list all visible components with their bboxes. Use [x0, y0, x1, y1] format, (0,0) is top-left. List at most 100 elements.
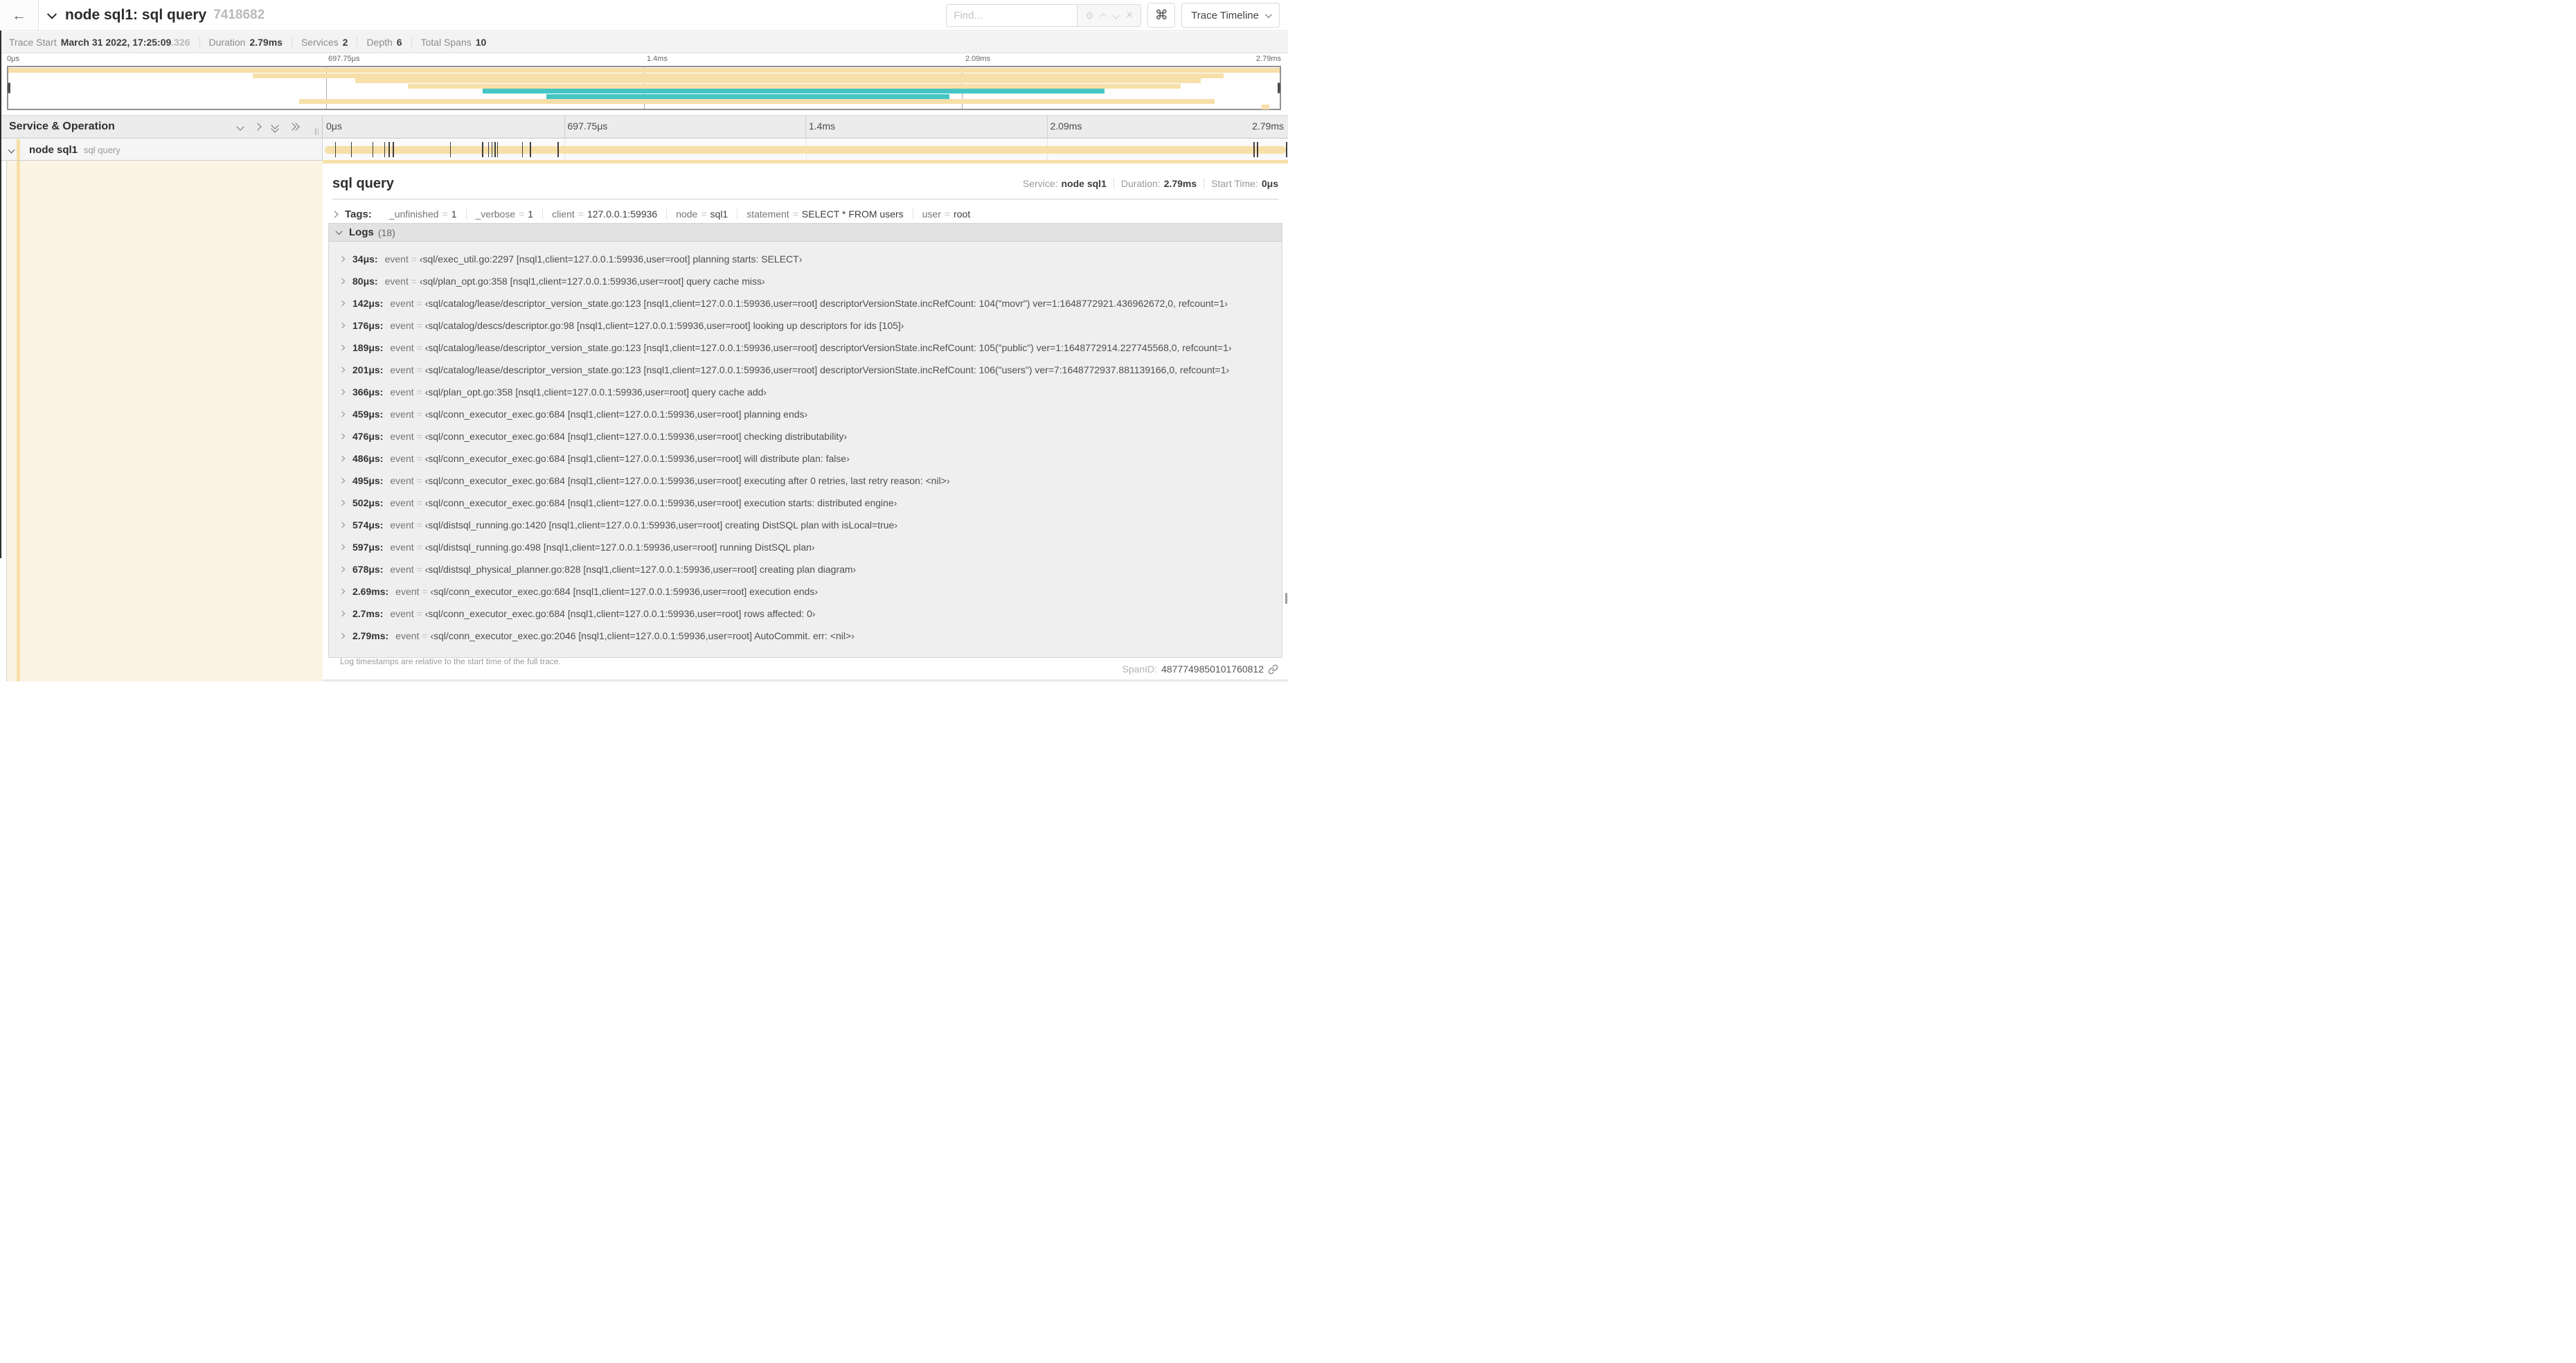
span-detail-meta: Service: node sql1 Duration: 2.79ms Start Ti… — [1016, 178, 1278, 189]
find-input[interactable] — [946, 3, 1078, 27]
log-row[interactable]: 2.79ms: event = ‹sql/conn_executor_exec.g… — [329, 625, 1282, 647]
log-row[interactable]: 678μs: event = ‹sql/distsql_physical_plan… — [329, 558, 1282, 580]
log-marker-tick — [388, 142, 390, 157]
span-service-name: node sql1 — [29, 143, 78, 156]
tag-pill[interactable]: node = sql1 — [667, 208, 738, 220]
logs-section: Logs (18) 34μs: event = ‹sql/exec_util.go… — [328, 223, 1282, 666]
minimap-left-handle[interactable] — [8, 82, 10, 93]
log-timestamp: 486μs: — [352, 453, 384, 464]
log-row[interactable]: 2.7ms: event = ‹sql/conn_executor_exec.go… — [329, 603, 1282, 625]
span-id-value: 4877749850101760812 — [1161, 663, 1264, 675]
find-tools: ✕ — [1077, 3, 1142, 27]
log-event-text: event = ‹sql/distsql_running.go:1420 [ns… — [390, 519, 897, 531]
span-row-timeline-cell[interactable] — [323, 139, 1288, 160]
log-field-equals: = — [413, 453, 425, 464]
ruler-gridline — [1046, 116, 1048, 138]
log-row[interactable]: 2.69ms: event = ‹sql/conn_executor_exec.g… — [329, 580, 1282, 603]
stat-value: 2.79ms — [249, 37, 283, 48]
link-icon[interactable] — [1268, 664, 1278, 675]
log-row[interactable]: 495μs: event = ‹sql/conn_executor_exec.go… — [329, 470, 1282, 492]
stat-value: 6 — [396, 37, 402, 48]
find-clear-icon[interactable]: ✕ — [1126, 10, 1134, 21]
minimap-right-handle[interactable] — [1278, 82, 1280, 93]
column-resize-grip[interactable] — [315, 128, 319, 135]
collapse-trace-chevron-icon[interactable] — [46, 9, 57, 19]
ruler-tick-label: 0μs — [326, 121, 342, 132]
collapse-all-icon[interactable] — [271, 121, 279, 133]
minimap-span-bar — [355, 78, 1201, 83]
log-row-chevron-icon — [339, 344, 346, 351]
log-field-equals: = — [413, 542, 425, 553]
minimap-span-bar — [407, 83, 1181, 89]
log-field-key: event — [390, 475, 414, 486]
tag-value: root — [954, 208, 971, 220]
log-row-chevron-icon — [339, 278, 346, 285]
log-event-text: event = ‹sql/exec_util.go:2297 [nsql1,cl… — [385, 253, 803, 265]
log-field-value: ‹sql/conn_executor_exec.go:684 [nsql1,cl… — [424, 475, 950, 486]
tags-row[interactable]: Tags: _unfinished = 1 _verbose = 1 client = 127.… — [331, 205, 1278, 223]
trace-stat-item: Services 2 — [291, 37, 357, 48]
log-row-chevron-icon — [339, 256, 346, 262]
log-row[interactable]: 597μs: event = ‹sql/distsql_running.go:49… — [329, 536, 1282, 558]
log-timestamp: 476μs: — [352, 431, 384, 442]
log-row[interactable]: 574μs: event = ‹sql/distsql_running.go:14… — [329, 514, 1282, 536]
back-button[interactable]: ← — [0, 0, 39, 30]
log-marker-tick — [1286, 142, 1287, 157]
tag-pill[interactable]: _unfinished = 1 — [380, 208, 467, 220]
ruler-tick-label: 1.4ms — [809, 121, 836, 132]
right-scrollbar-thumb[interactable] — [1285, 593, 1287, 604]
log-row[interactable]: 459μs: event = ‹sql/conn_executor_exec.go… — [329, 403, 1282, 425]
log-row[interactable]: 366μs: event = ‹sql/plan_opt.go:358 [nsql… — [329, 381, 1282, 403]
tag-key: node — [676, 208, 698, 220]
log-row[interactable]: 176μs: event = ‹sql/catalog/descs/descrip… — [329, 314, 1282, 337]
log-marker-tick — [491, 142, 493, 157]
log-row[interactable]: 476μs: event = ‹sql/conn_executor_exec.go… — [329, 425, 1282, 447]
tag-pill[interactable]: client = 127.0.0.1:59936 — [543, 208, 668, 220]
left-scrollbar[interactable] — [0, 30, 1, 558]
meta-label: Service: — [1022, 178, 1058, 189]
trace-view-selector[interactable]: Trace Timeline — [1181, 3, 1280, 28]
service-operation-header: Service & Operation — [0, 116, 323, 138]
log-row[interactable]: 486μs: event = ‹sql/conn_executor_exec.go… — [329, 447, 1282, 470]
log-row[interactable]: 80μs: event = ‹sql/plan_opt.go:358 [nsql1… — [329, 270, 1282, 292]
log-timestamp: 495μs: — [352, 475, 384, 486]
span-detail-title: sql query — [332, 175, 394, 191]
logs-header[interactable]: Logs (18) — [329, 224, 1282, 242]
log-timestamp: 201μs: — [352, 364, 384, 375]
log-event-text: event = ‹sql/conn_executor_exec.go:684 [… — [390, 475, 949, 486]
log-field-equals: = — [413, 564, 425, 575]
tag-pill[interactable]: statement = SELECT * FROM users — [737, 208, 913, 220]
span-duration-bar[interactable] — [325, 146, 1286, 154]
log-event-text: event = ‹sql/distsql_physical_planner.go… — [390, 564, 856, 575]
expand-one-icon[interactable] — [253, 123, 262, 131]
log-row[interactable]: 34μs: event = ‹sql/exec_util.go:2297 [nsq… — [329, 248, 1282, 270]
ruler-gridline — [805, 116, 806, 138]
span-collapse-chevron-icon[interactable] — [8, 146, 15, 153]
log-row[interactable]: 142μs: event = ‹sql/catalog/lease/descrip… — [329, 292, 1282, 314]
log-row-chevron-icon — [339, 411, 346, 418]
tag-pill[interactable]: user = root — [913, 208, 980, 220]
stat-label: Depth — [366, 37, 393, 48]
expand-all-icon[interactable] — [288, 123, 300, 131]
minimap-span-bar — [1262, 104, 1270, 109]
log-row[interactable]: 502μs: event = ‹sql/conn_executor_exec.go… — [329, 492, 1282, 514]
log-row-chevron-icon — [339, 322, 346, 329]
locate-icon[interactable] — [1085, 10, 1094, 20]
log-event-text: event = ‹sql/conn_executor_exec.go:2046 … — [395, 630, 855, 641]
find-prev-icon[interactable] — [1100, 12, 1107, 20]
tag-pill[interactable]: _verbose = 1 — [467, 208, 544, 220]
log-timestamp: 142μs: — [352, 298, 384, 309]
detail-meta-item: Duration: 2.79ms — [1113, 178, 1204, 189]
find-next-icon[interactable] — [1112, 12, 1120, 19]
log-field-value: ‹sql/conn_executor_exec.go:684 [nsql1,cl… — [424, 497, 897, 508]
log-row[interactable]: 189μs: event = ‹sql/catalog/lease/descrip… — [329, 337, 1282, 359]
log-field-equals: = — [413, 475, 425, 486]
keyboard-shortcuts-button[interactable]: ⌘ — [1147, 3, 1176, 28]
log-marker-tick — [494, 142, 496, 157]
log-row[interactable]: 201μs: event = ‹sql/catalog/lease/descrip… — [329, 359, 1282, 381]
log-timestamp: 574μs: — [352, 519, 384, 531]
span-row-name-cell[interactable]: node sql1 sql query — [0, 139, 323, 160]
minimap-canvas[interactable] — [7, 66, 1281, 110]
log-field-equals: = — [413, 409, 425, 420]
collapse-one-icon[interactable] — [236, 123, 244, 131]
